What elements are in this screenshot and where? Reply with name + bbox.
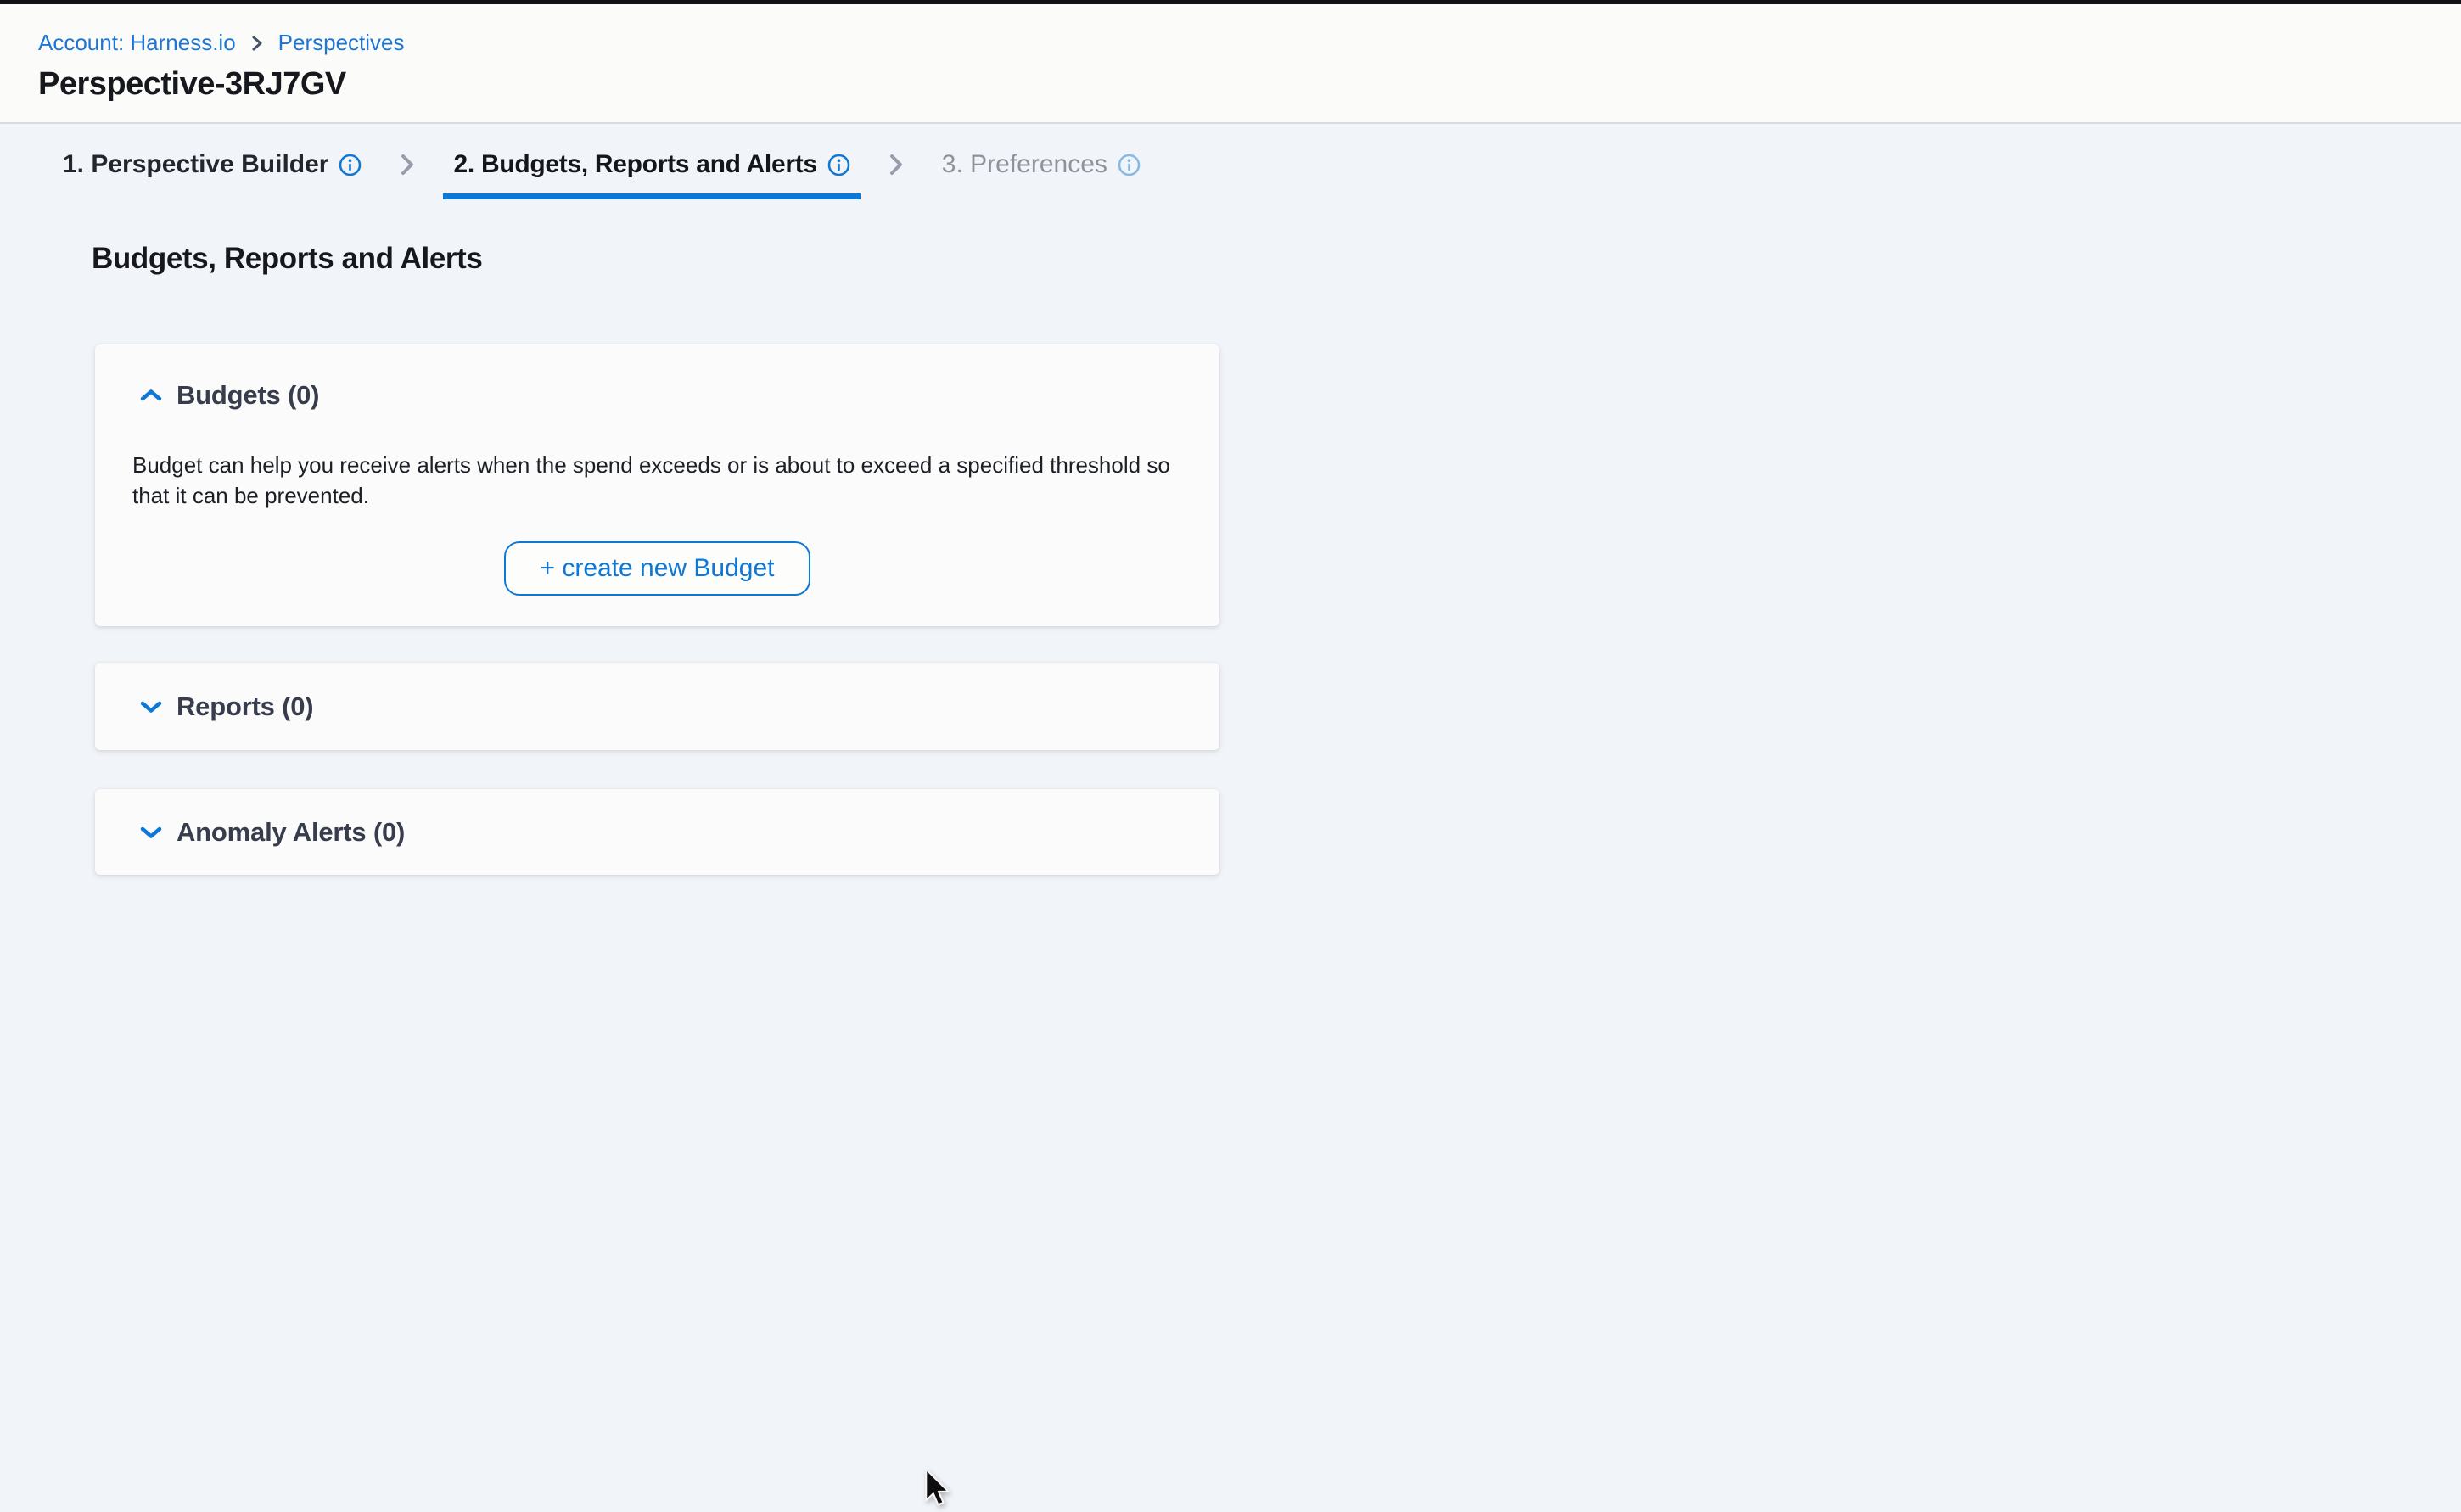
info-icon[interactable] <box>827 154 850 176</box>
reports-panel-header[interactable]: Reports (0) <box>139 692 313 722</box>
chevron-up-icon[interactable] <box>139 388 163 403</box>
page-title: Perspective-3RJ7GV <box>38 66 2461 103</box>
budgets-description-line: Budget can help you receive alerts when … <box>132 450 1182 480</box>
breadcrumb: Account: Harness.io Perspectives <box>38 30 2461 56</box>
create-new-budget-button[interactable]: + create new Budget <box>504 541 810 596</box>
budgets-panel: Budgets (0) Budget can help you receive … <box>95 344 1219 626</box>
info-icon[interactable] <box>1118 154 1141 176</box>
tab-budgets-reports-alerts[interactable]: 2. Budgets, Reports and Alerts <box>443 136 860 199</box>
chevron-right-icon <box>249 33 265 53</box>
section-heading: Budgets, Reports and Alerts <box>92 242 2461 276</box>
tab-preferences-label: 3. Preferences <box>942 150 1107 179</box>
tab-perspective-builder-label: 1. Perspective Builder <box>63 150 328 179</box>
chevron-down-icon[interactable] <box>139 825 163 840</box>
budgets-description: Budget can help you receive alerts when … <box>132 450 1182 511</box>
chevron-right-icon <box>397 136 418 199</box>
wizard-tabs: 1. Perspective Builder 2. Budgets, Repor… <box>53 136 1151 199</box>
breadcrumb-account-link[interactable]: Account: Harness.io <box>38 30 236 56</box>
page-header: Account: Harness.io Perspectives Perspec… <box>0 4 2461 124</box>
tab-budgets-reports-alerts-label: 2. Budgets, Reports and Alerts <box>453 150 816 179</box>
chevron-right-icon <box>886 136 906 199</box>
anomaly-alerts-panel[interactable]: Anomaly Alerts (0) <box>95 789 1219 875</box>
tab-preferences[interactable]: 3. Preferences <box>932 136 1151 199</box>
budgets-panel-header[interactable]: Budgets (0) <box>139 380 1182 411</box>
reports-panel[interactable]: Reports (0) <box>95 663 1219 750</box>
main-content: Budgets, Reports and Alerts Budgets (0) … <box>0 199 2461 276</box>
anomaly-alerts-panel-label: Anomaly Alerts (0) <box>177 817 405 848</box>
info-icon[interactable] <box>339 154 362 176</box>
budgets-description-line: that it can be prevented. <box>132 480 1182 511</box>
breadcrumb-perspectives-link[interactable]: Perspectives <box>278 30 405 56</box>
panel-list: Budgets (0) Budget can help you receive … <box>95 344 1219 875</box>
mouse-cursor-icon <box>924 1468 950 1510</box>
anomaly-alerts-panel-header[interactable]: Anomaly Alerts (0) <box>139 817 405 848</box>
tab-perspective-builder[interactable]: 1. Perspective Builder <box>53 136 372 199</box>
chevron-down-icon[interactable] <box>139 699 163 714</box>
budgets-panel-label: Budgets (0) <box>177 380 319 411</box>
reports-panel-label: Reports (0) <box>177 692 313 722</box>
